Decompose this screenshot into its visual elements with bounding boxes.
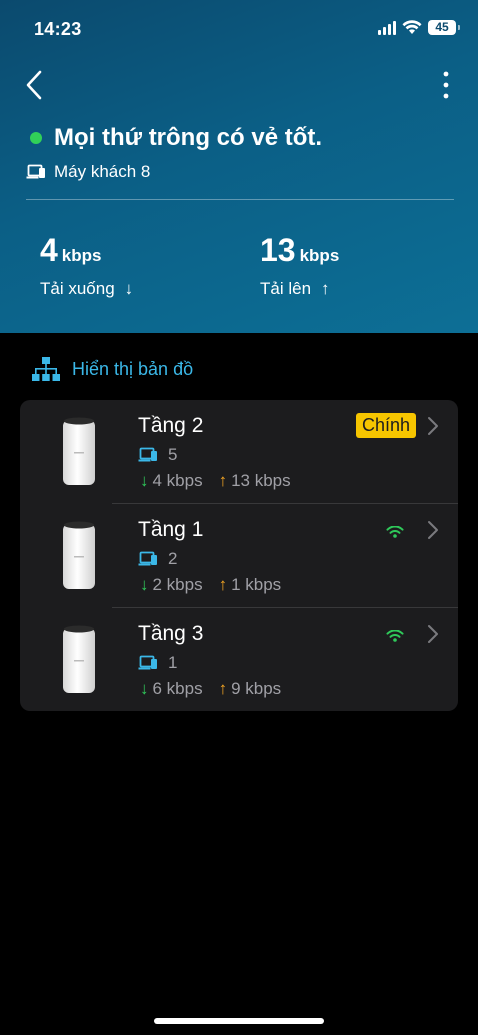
device-clients: 1 [138,653,177,673]
device-download: 4 kbps [152,471,203,490]
download-arrow-icon: ↓ [124,279,134,298]
download-arrow-icon: ↓ [140,575,149,594]
status-text: Mọi thứ trông có vẻ tốt. [54,124,323,151]
device-clients: 5 [138,445,177,465]
download-arrow-icon: ↓ [140,471,149,490]
upload-label: Tải lên [260,279,312,298]
wifi-signal-icon [386,630,404,642]
wifi-signal-icon [386,526,404,538]
header-divider [26,199,454,200]
clients-label: Máy khách 8 [54,162,151,181]
cellular-signal-icon [378,20,396,35]
download-label: Tải xuống [40,279,115,298]
device-upload: 1 kbps [231,575,282,594]
battery-icon: 45 [428,20,460,35]
status-bar: 14:23 45 [0,0,478,60]
back-button[interactable] [22,68,50,102]
main-badge: Chính [356,413,417,438]
show-map-link[interactable]: Hiển thị bản đồ [32,356,193,382]
upload-arrow-icon: ↑ [218,679,228,698]
laptop-icon [26,164,45,179]
upload-unit: kbps [299,246,340,265]
chevron-right-icon [428,417,438,435]
download-speed: 4 kbps Tải xuống ↓ [40,232,133,299]
client-count-value: 1 [168,653,178,672]
home-indicator[interactable] [154,1018,324,1024]
header: 14:23 45 Mọi thứ trông có vẻ tốt. Máy kh… [0,0,478,333]
device-name: Tầng 1 [138,518,204,541]
device-upload: 9 kbps [231,679,282,698]
device-speeds: ↓ 2 kbps ↑ 1 kbps [140,575,281,595]
device-speeds: ↓ 4 kbps ↑ 13 kbps [140,471,291,491]
chevron-right-icon [428,521,438,539]
client-count-value: 2 [168,549,178,568]
device-upload: 13 kbps [231,471,291,490]
upload-arrow-icon: ↑ [218,575,228,594]
upload-arrow-icon: ↑ [321,279,330,298]
download-value: 4 [40,232,58,268]
device-row-tang-1[interactable]: Tầng 1 2 ↓ 2 kbps ↑ 1 kbps [20,504,458,608]
wifi-icon [402,20,422,34]
device-clients: 2 [138,549,177,569]
device-speeds: ↓ 6 kbps ↑ 9 kbps [140,679,281,699]
download-arrow-icon: ↓ [140,679,149,698]
upload-speed: 13 kbps Tải lên ↑ [260,232,339,299]
device-download: 2 kbps [152,575,203,594]
chevron-right-icon [428,625,438,643]
client-devices-icon [138,447,157,462]
network-map-icon [32,357,60,381]
upload-arrow-icon: ↑ [218,471,228,490]
show-map-label: Hiển thị bản đồ [72,358,194,379]
client-count-value: 5 [168,445,178,464]
device-name: Tầng 3 [138,622,204,645]
device-row-tang-3[interactable]: Tầng 3 1 ↓ 6 kbps ↑ 9 kbps [20,608,458,712]
status-time: 14:23 [34,19,82,39]
upload-value: 13 [260,232,296,268]
deco-router-icon [63,417,95,485]
download-unit: kbps [61,246,102,265]
client-devices-icon [138,655,157,670]
network-status: Mọi thứ trông có vẻ tốt. [30,124,322,152]
client-devices-icon [138,551,157,566]
device-name: Tầng 2 [138,414,204,437]
status-icons: 45 [378,20,460,35]
device-row-tang-2[interactable]: Tầng 2 5 ↓ 4 kbps ↑ 13 kbps Chính [20,400,458,504]
deco-router-icon [63,625,95,693]
clients-link[interactable]: Máy khách 8 [26,162,150,182]
device-download: 6 kbps [152,679,203,698]
deco-router-icon [63,521,95,589]
status-dot-icon [30,132,42,144]
more-options-button[interactable] [440,70,452,100]
device-list: Tầng 2 5 ↓ 4 kbps ↑ 13 kbps Chính Tầng 1… [20,400,458,711]
